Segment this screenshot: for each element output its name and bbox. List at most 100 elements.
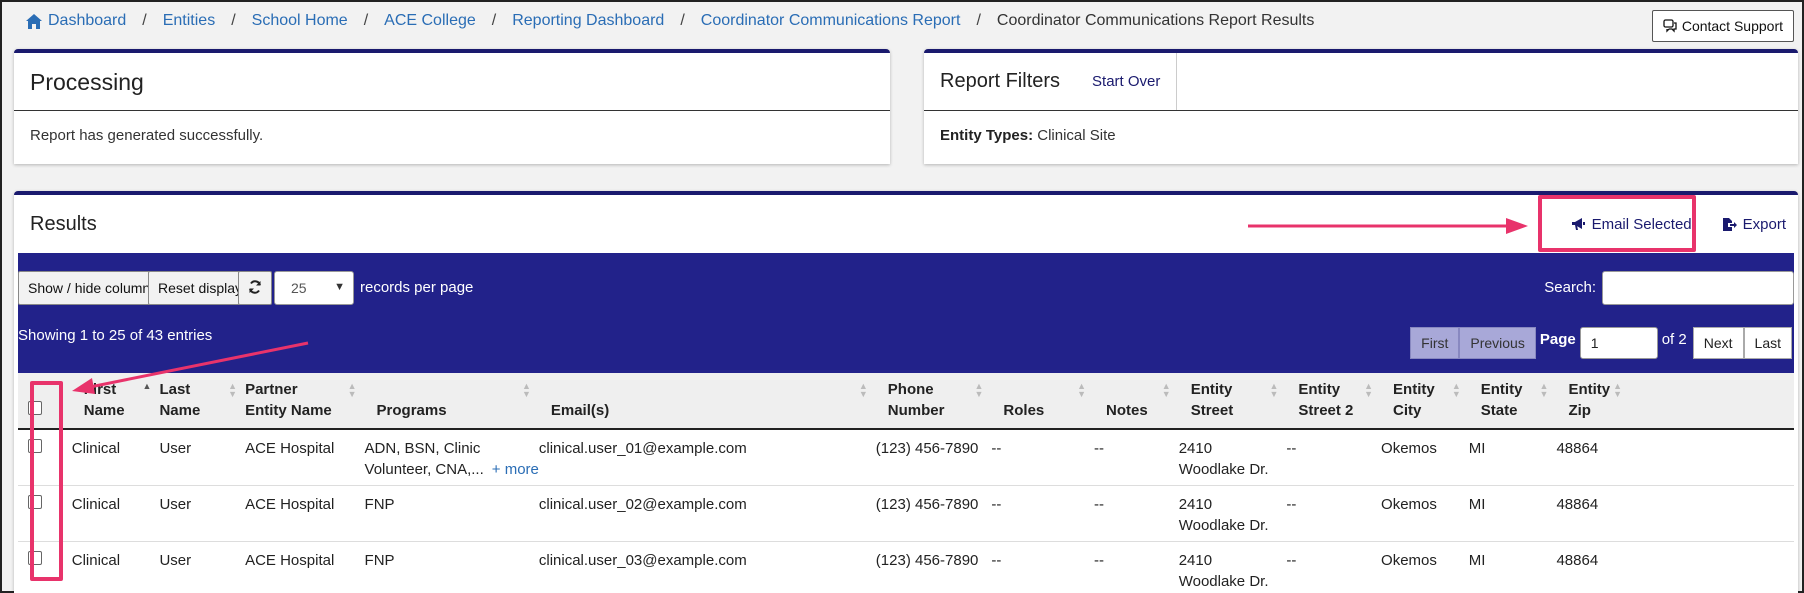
cell-state: MI xyxy=(1468,541,1557,593)
reset-display-button[interactable]: Reset display xyxy=(148,271,253,305)
cell-phone: (123) 456-7890 xyxy=(875,429,992,486)
breadcrumb-separator: / xyxy=(680,12,685,29)
page-number-input[interactable]: 1 xyxy=(1579,327,1658,359)
column-header-roles[interactable]: Roles ▲ ▼ xyxy=(991,373,1094,430)
column-header-entity-street[interactable]: Entity Street ▲ ▼ xyxy=(1178,373,1287,430)
contact-support-button[interactable]: Contact Support xyxy=(1651,10,1794,42)
datatable-controls: Show / hide columns Reset display 25 ▼ r… xyxy=(18,253,1794,373)
cell-notes: -- xyxy=(1093,541,1179,593)
processing-card: Processing Report has generated successf… xyxy=(14,49,890,164)
last-page-button[interactable]: Last xyxy=(1743,327,1792,359)
filters-title: Report Filters xyxy=(940,70,1061,92)
cell-city: Okemos xyxy=(1381,429,1469,486)
cell-email: clinical.user_01@example.com xyxy=(538,429,876,486)
column-header-phone[interactable]: Phone Number ▲ ▼ xyxy=(875,373,992,430)
first-page-button[interactable]: First xyxy=(1410,327,1460,359)
column-header-entity-city[interactable]: Entity City ▲ ▼ xyxy=(1381,373,1469,430)
cell-roles: -- xyxy=(991,429,1094,486)
export-icon xyxy=(1722,217,1737,231)
records-per-page-value: 25 xyxy=(291,280,307,296)
cell-programs: ADN, BSN, Clinic Volunteer, CNA,... + mor… xyxy=(364,429,539,486)
annotation-email-selected-highlight xyxy=(1538,195,1696,252)
sort-icon: ▲ ▼ xyxy=(1269,381,1279,399)
sort-icon: ▲ ▼ xyxy=(974,381,984,399)
cell-first-name: Clinical xyxy=(71,429,160,486)
cell-zip: 48864 xyxy=(1556,429,1794,486)
column-header-programs[interactable]: Programs ▲ ▼ xyxy=(364,373,539,430)
cell-roles: -- xyxy=(991,485,1094,542)
cell-last-name: User xyxy=(159,429,246,486)
breadcrumb-school-home[interactable]: School Home xyxy=(252,12,348,30)
search-label: Search: xyxy=(1544,279,1596,296)
chevron-down-icon: ▼ xyxy=(334,281,345,293)
more-programs-link[interactable]: + more xyxy=(492,461,539,478)
cell-street-2: -- xyxy=(1286,429,1382,486)
page-label: Page xyxy=(1539,330,1576,348)
filters-header: Report Filters Start Over xyxy=(924,53,1798,111)
chat-icon xyxy=(1663,19,1677,33)
show-hide-columns-button[interactable]: Show / hide columns xyxy=(18,271,168,305)
breadcrumb-coordinator-report[interactable]: Coordinator Communications Report xyxy=(701,12,961,30)
column-header-entity-state[interactable]: Entity State ▲ ▼ xyxy=(1468,373,1557,430)
cell-partner: ACE Hospital xyxy=(245,541,365,593)
cell-zip: 48864 xyxy=(1556,485,1794,542)
column-header-entity-street-2[interactable]: Entity Street 2 ▲ ▼ xyxy=(1286,373,1382,430)
report-filters-card: Report Filters Start Over Entity Types: … xyxy=(924,49,1798,164)
table-row: Clinical User ACE Hospital FNP clinical.… xyxy=(18,541,1794,593)
column-header-notes[interactable]: Notes ▲ ▼ xyxy=(1093,373,1179,430)
breadcrumb-dashboard[interactable]: Dashboard xyxy=(48,12,126,30)
export-label: Export xyxy=(1742,215,1786,233)
cell-programs: FNP xyxy=(364,485,539,542)
cell-street: 2410 Woodlake Dr. xyxy=(1178,485,1287,542)
sort-icon: ▲ ▼ xyxy=(347,381,357,399)
cell-programs: FNP xyxy=(364,541,539,593)
cell-email: clinical.user_03@example.com xyxy=(538,541,876,593)
cell-street: 2410 Woodlake Dr. xyxy=(1178,541,1287,593)
cell-state: MI xyxy=(1468,429,1557,486)
entity-types-filter: Entity Types: Clinical Site xyxy=(924,111,1798,160)
sort-icon: ▲ ▼ xyxy=(1077,381,1086,399)
cell-last-name: User xyxy=(159,541,246,593)
entity-types-value: Clinical Site xyxy=(1037,127,1116,144)
sort-icon: ▲ ▼ xyxy=(1451,381,1461,399)
sort-icon: ▲ ▼ xyxy=(1539,381,1549,399)
breadcrumb-separator: / xyxy=(491,12,497,29)
column-header-first-name[interactable]: First Name ▲ xyxy=(71,373,160,430)
sort-icon: ▲ ▼ xyxy=(1613,381,1622,399)
previous-page-button[interactable]: Previous xyxy=(1459,327,1536,359)
sort-icon: ▲ ▼ xyxy=(228,381,238,399)
breadcrumb-entities[interactable]: Entities xyxy=(163,12,215,30)
cell-phone: (123) 456-7890 xyxy=(875,485,992,542)
cell-email: clinical.user_02@example.com xyxy=(538,485,876,542)
cell-partner: ACE Hospital xyxy=(245,485,365,542)
results-card: Results Email Selected Export Show / hid… xyxy=(14,191,1798,593)
sort-icon: ▲ ▼ xyxy=(858,381,868,399)
entity-types-label: Entity Types: xyxy=(940,127,1034,144)
column-header-emails[interactable]: Email(s) ▲ ▼ xyxy=(538,373,876,430)
export-button[interactable]: Export xyxy=(1722,216,1786,233)
home-icon xyxy=(26,13,42,29)
breadcrumb-separator: / xyxy=(976,12,981,29)
processing-message: Report has generated successfully. xyxy=(30,127,264,144)
table-row: Clinical User ACE Hospital FNP clinical.… xyxy=(18,485,1794,542)
column-header-partner-entity[interactable]: Partner Entity Name ▲ ▼ xyxy=(245,373,365,430)
breadcrumb-separator: / xyxy=(142,12,147,29)
cell-street-2: -- xyxy=(1286,541,1382,593)
breadcrumb-reporting-dashboard[interactable]: Reporting Dashboard xyxy=(512,12,664,30)
programs-line-1: ADN, BSN, Clinic xyxy=(364,440,481,457)
breadcrumb-separator: / xyxy=(231,12,236,29)
breadcrumb-current: Coordinator Communications Report Result… xyxy=(996,12,1315,29)
cell-phone: (123) 456-7890 xyxy=(875,541,992,593)
search-input[interactable] xyxy=(1602,271,1794,305)
column-header-last-name[interactable]: Last Name ▲ ▼ xyxy=(159,373,246,430)
cell-zip: 48864 xyxy=(1556,541,1794,593)
next-page-button[interactable]: Next xyxy=(1692,327,1744,359)
column-header-entity-zip[interactable]: Entity Zip ▲ ▼ xyxy=(1556,373,1794,430)
cell-city: Okemos xyxy=(1381,541,1469,593)
start-over-link[interactable]: Start Over xyxy=(1092,53,1178,110)
breadcrumb-ace-college[interactable]: ACE College xyxy=(384,12,476,30)
programs-line-2: Volunteer, CNA,... xyxy=(364,461,484,478)
records-per-page-select[interactable]: 25 ▼ xyxy=(274,271,354,305)
contact-support-label: Contact Support xyxy=(1681,18,1783,34)
refresh-button[interactable] xyxy=(238,271,272,305)
